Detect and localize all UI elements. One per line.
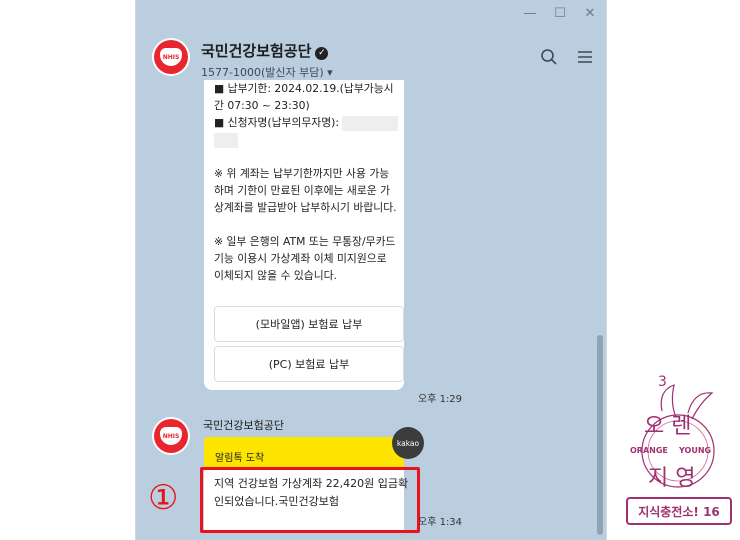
logo-en: ORANGE YOUNG: [630, 446, 712, 455]
mobile-pay-button[interactable]: (모바일앱) 보험료 납부: [214, 306, 404, 342]
verified-icon: ✓: [315, 47, 329, 60]
window-controls: — ☐ ✕: [522, 6, 598, 21]
highlight-box: [200, 467, 420, 533]
logo-text: 오 렌: [644, 414, 692, 439]
nhis-logo-icon: NHIS: [160, 427, 182, 445]
message-time: 오후 1:34: [418, 517, 463, 528]
redacted-name: [214, 133, 238, 148]
logo-number: 3: [658, 374, 667, 390]
notice-text: ※ 위 계좌는 납부기한까지만 사용 가능하며 기한이 만료된 이후에는 새로운…: [214, 167, 397, 214]
sender-name: 국민건강보험공단: [203, 419, 284, 432]
maximize-button[interactable]: ☐: [552, 6, 568, 21]
channel-name-text: 국민건강보험공단: [201, 42, 312, 60]
message-list[interactable]: ■ 납부기한: 2024.02.19.(납부가능시간 07:30 ~ 23:30…: [136, 80, 606, 540]
close-button[interactable]: ✕: [582, 6, 598, 21]
scrollbar[interactable]: [597, 335, 603, 535]
annotation-number: ①: [148, 478, 179, 518]
search-icon[interactable]: [540, 48, 558, 66]
sender-avatar[interactable]: NHIS: [152, 417, 190, 455]
chat-window: — ☐ ✕ NHIS 국민건강보험공단 ✓ 1577-1000(발신자 부담) ▾…: [135, 0, 607, 540]
message-bubble: ■ 납부기한: 2024.02.19.(납부가능시간 07:30 ~ 23:30…: [204, 80, 404, 390]
channel-name: 국민건강보험공단 ✓: [201, 40, 329, 61]
menu-icon[interactable]: [576, 48, 594, 66]
channel-label: 지식충전소! 16: [626, 497, 732, 525]
pc-pay-button[interactable]: (PC) 보험료 납부: [214, 346, 404, 382]
channel-phone-dropdown[interactable]: 1577-1000(발신자 부담) ▾: [201, 64, 333, 80]
nhis-logo-icon: NHIS: [160, 48, 182, 66]
message-time: 오후 1:29: [418, 394, 463, 405]
profile-avatar[interactable]: NHIS: [152, 38, 190, 76]
notice-text: ※ 일부 은행의 ATM 또는 무통장/무카드 기능 이용시 가상계좌 이체 미…: [214, 235, 399, 282]
logo-text: 지 영: [648, 466, 696, 491]
minimize-button[interactable]: —: [522, 6, 538, 21]
redacted-name: [342, 115, 399, 131]
banner-text: 알림톡 도착: [215, 453, 265, 464]
message-text: ■ 납부기한: 2024.02.19.(납부가능시간 07:30 ~ 23:30…: [214, 82, 399, 282]
kakao-badge: kakao: [392, 427, 424, 459]
